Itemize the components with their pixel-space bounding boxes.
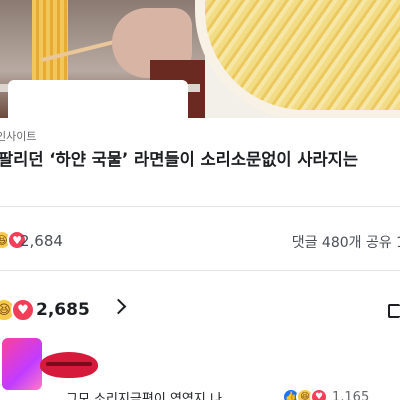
comment-text: 그모 소리지금편이 역역지 나 xyxy=(66,392,222,400)
divider xyxy=(0,270,400,271)
link-headline[interactable]: 팔리던 ‘하얀 국물’ 라면들이 소리소문없이 사라지는 xyxy=(0,146,358,170)
reaction-count[interactable]: 2,684 xyxy=(20,232,63,250)
share-icon[interactable] xyxy=(388,304,400,318)
chevron-right-icon[interactable] xyxy=(110,298,127,315)
noodle-cup xyxy=(8,80,188,118)
divider xyxy=(0,206,400,207)
reactions-bar-count[interactable]: 2,685 xyxy=(36,300,90,320)
love-emoji-icon: ♥ xyxy=(11,298,35,322)
love-emoji-icon: ♥ xyxy=(310,388,328,400)
reactions-bar-icons[interactable]: 😆 ♥ xyxy=(0,298,35,322)
comment-reaction-count: 1,165 xyxy=(332,389,370,400)
lips-sticker xyxy=(40,352,98,378)
ramen-photo[interactable] xyxy=(0,0,400,118)
link-source[interactable]: 인사이트 xyxy=(0,128,36,144)
comment-share-stats[interactable]: 댓글 480개 공유 14 xyxy=(292,232,400,252)
comment-reactions[interactable]: 👍 😆 ♥ 1,165 xyxy=(282,388,369,400)
commenter-avatar[interactable] xyxy=(2,338,42,390)
